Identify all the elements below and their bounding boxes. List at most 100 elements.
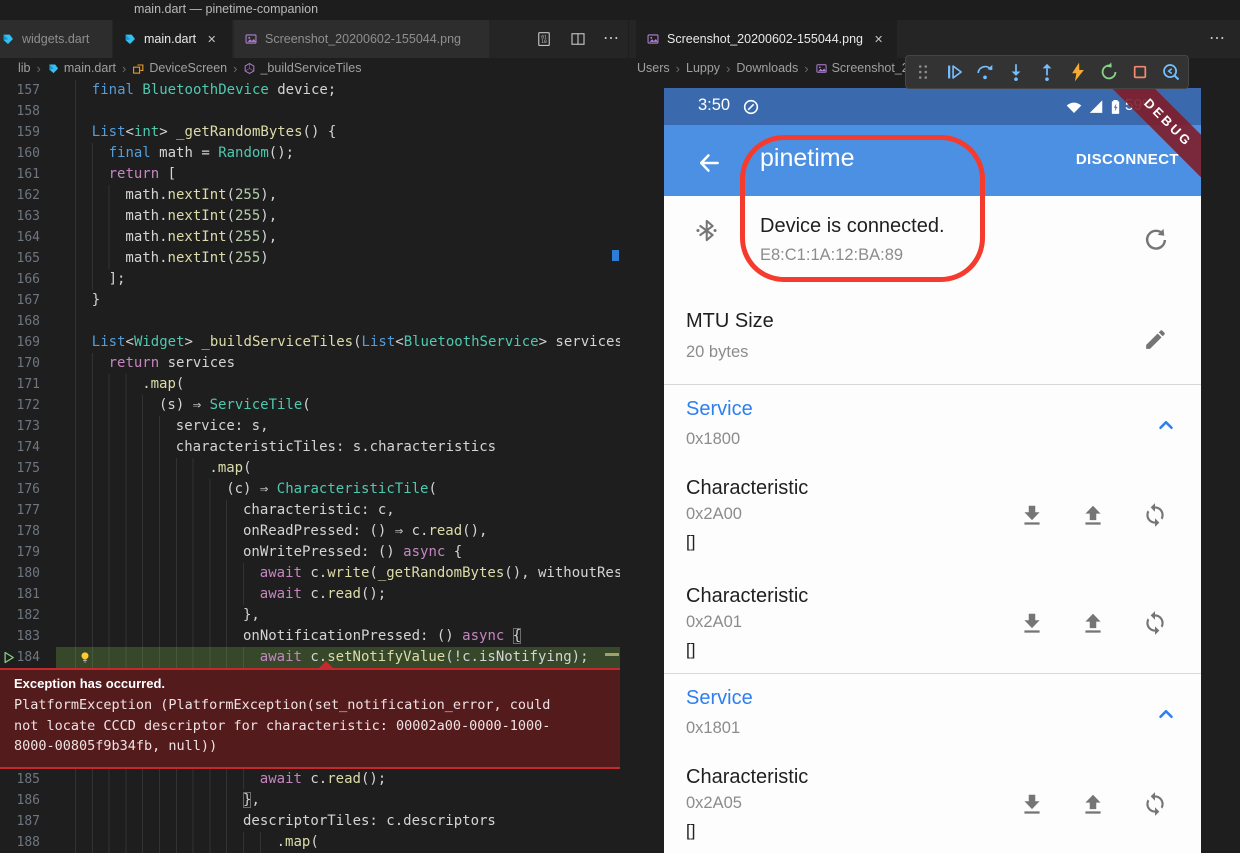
line-number: 178 [0, 521, 40, 542]
status-time: 3:50 [698, 96, 730, 115]
code-line-177[interactable]: 177characteristic: c, [0, 500, 620, 521]
code-line-185[interactable]: 185await c.read(); [0, 769, 620, 790]
code-line-183[interactable]: 183onNotificationPressed: () async { [0, 626, 620, 647]
code-line-160[interactable]: 160final math = Random(); [0, 143, 620, 164]
code-line-175[interactable]: 175.map( [0, 458, 620, 479]
indent-guides [75, 790, 228, 811]
code-line-168[interactable]: 168 [0, 311, 620, 332]
continue-icon[interactable] [943, 61, 965, 83]
code-line-187[interactable]: 187descriptorTiles: c.descriptors [0, 811, 620, 832]
breadcrumb-lib[interactable]: lib [18, 61, 31, 75]
collapse-service-button[interactable] [1154, 413, 1178, 437]
indent-guides [75, 374, 127, 395]
tab-main-dart[interactable]: main.dart ✕ [113, 20, 233, 58]
characteristic-value: [] [686, 532, 695, 552]
code-line-173[interactable]: 173service: s, [0, 416, 620, 437]
connection-status: Device is connected. [760, 215, 945, 238]
line-number: 186 [0, 790, 40, 811]
more-actions-icon[interactable]: ⋯ [1209, 30, 1226, 48]
code-line-157[interactable]: 157final BluetoothDevice device; [0, 80, 620, 101]
step-out-icon[interactable] [1036, 61, 1058, 83]
close-tab-icon[interactable]: ✕ [207, 33, 216, 46]
code-line-163[interactable]: 163math.nextInt(255), [0, 206, 620, 227]
read-value-button[interactable] [1019, 791, 1045, 817]
restart-icon[interactable] [1098, 61, 1120, 83]
code-text: service: s, [176, 416, 269, 437]
step-over-icon[interactable] [974, 61, 996, 83]
code-line-182[interactable]: 182}, [0, 605, 620, 626]
read-value-button[interactable] [1019, 502, 1045, 528]
write-value-button[interactable] [1080, 610, 1106, 636]
code-line-184[interactable]: 184await c.setNotifyValue(!c.isNotifying… [0, 647, 620, 668]
code-line-162[interactable]: 162math.nextInt(255), [0, 185, 620, 206]
code-line-161[interactable]: 161return [ [0, 164, 620, 185]
code-line-170[interactable]: 170return services [0, 353, 620, 374]
collapse-service-button[interactable] [1154, 702, 1178, 726]
code-line-186[interactable]: 186}, [0, 790, 620, 811]
code-line-164[interactable]: 164math.nextInt(255), [0, 227, 620, 248]
code-line-171[interactable]: 171.map( [0, 374, 620, 395]
back-arrow-icon[interactable] [696, 150, 722, 176]
breadcrumb-users[interactable]: Users [637, 61, 670, 75]
indent-guides [75, 227, 111, 248]
breadcrumb-devicescreen[interactable]: DeviceScreen [132, 61, 227, 75]
notify-toggle-button[interactable] [1142, 610, 1168, 636]
code-line-172[interactable]: 172(s) ⇒ ServiceTile( [0, 395, 620, 416]
indent-guides [75, 269, 94, 290]
disconnect-button[interactable]: DISCONNECT [1076, 151, 1179, 168]
close-tab-icon[interactable]: ✕ [874, 33, 883, 46]
code-line-166[interactable]: 166]; [0, 269, 620, 290]
indent-guides [75, 458, 195, 479]
code-line-179[interactable]: 179onWritePressed: () async { [0, 542, 620, 563]
breadcrumb-luppy[interactable]: Luppy [686, 61, 720, 75]
breadcrumb-main-dart[interactable]: main.dart [47, 61, 116, 75]
tab-label: main.dart [144, 32, 196, 46]
tab-widgets-dart[interactable]: widgets.dart [0, 20, 113, 58]
code-line-165[interactable]: 165math.nextInt(255) [0, 248, 620, 269]
code-editor[interactable]: 157final BluetoothDevice device;158159 Li… [0, 78, 620, 853]
code-line-181[interactable]: 181await c.read(); [0, 584, 620, 605]
read-value-button[interactable] [1019, 610, 1045, 636]
code-line-174[interactable]: 174characteristicTiles: s.characteristic… [0, 437, 620, 458]
code-line-169[interactable]: 169List<Widget> _buildServiceTiles(List<… [0, 332, 620, 353]
lightbulb-icon[interactable] [78, 650, 92, 664]
tab-screenshot-png[interactable]: Screenshot_20200602-155044.png [234, 20, 490, 58]
wifi-icon [1063, 96, 1085, 118]
line-number: 167 [0, 290, 40, 311]
step-into-icon[interactable] [1005, 61, 1027, 83]
more-actions-icon[interactable]: ⋯ [603, 30, 620, 48]
stop-icon[interactable] [1129, 61, 1151, 83]
indent-guides [75, 626, 228, 647]
open-changes-icon[interactable]: 0110 [535, 30, 553, 48]
code-text: return [ [109, 164, 176, 185]
image-file-icon [646, 32, 660, 46]
line-number: 185 [0, 769, 40, 790]
write-value-button[interactable] [1080, 791, 1106, 817]
code-text: await c.read(); [260, 584, 386, 605]
code-line-188[interactable]: 188.map( [0, 832, 620, 853]
code-text: await c.setNotifyValue(!c.isNotifying); [260, 647, 589, 668]
code-line-178[interactable]: 178onReadPressed: () ⇒ c.read(), [0, 521, 620, 542]
code-line-167[interactable]: 167} [0, 290, 620, 311]
code-line-159[interactable]: 159 List<int> _getRandomBytes() { [0, 122, 620, 143]
screen-record-icon [741, 97, 761, 117]
tab-screenshot-preview[interactable]: Screenshot_20200602-155044.png ✕ [636, 20, 898, 58]
write-value-button[interactable] [1080, 502, 1106, 528]
line-number: 159 [0, 122, 40, 143]
right-editor-group: Screenshot_20200602-155044.png ✕ ⋯ Users… [629, 20, 1240, 853]
code-line-180[interactable]: 180await c.write(_getRandomBytes(), with… [0, 563, 620, 584]
notify-toggle-button[interactable] [1142, 791, 1168, 817]
edit-mtu-button[interactable] [1143, 327, 1168, 352]
breadcrumb-downloads[interactable]: Downloads [736, 61, 798, 75]
hot-reload-icon[interactable] [1067, 61, 1089, 83]
line-number: 165 [0, 248, 40, 269]
notify-toggle-button[interactable] [1142, 502, 1168, 528]
code-text: List<int> _getRandomBytes() { [92, 122, 336, 143]
code-line-176[interactable]: 176(c) ⇒ CharacteristicTile( [0, 479, 620, 500]
inspector-icon[interactable] [1160, 61, 1182, 83]
tab-label: Screenshot_20200602-155044.png [667, 32, 863, 46]
code-line-158[interactable]: 158 [0, 101, 620, 122]
breadcrumb-buildservicetiles[interactable]: _buildServiceTiles [243, 61, 361, 75]
split-editor-icon[interactable] [569, 30, 587, 48]
refresh-services-button[interactable] [1142, 226, 1170, 254]
